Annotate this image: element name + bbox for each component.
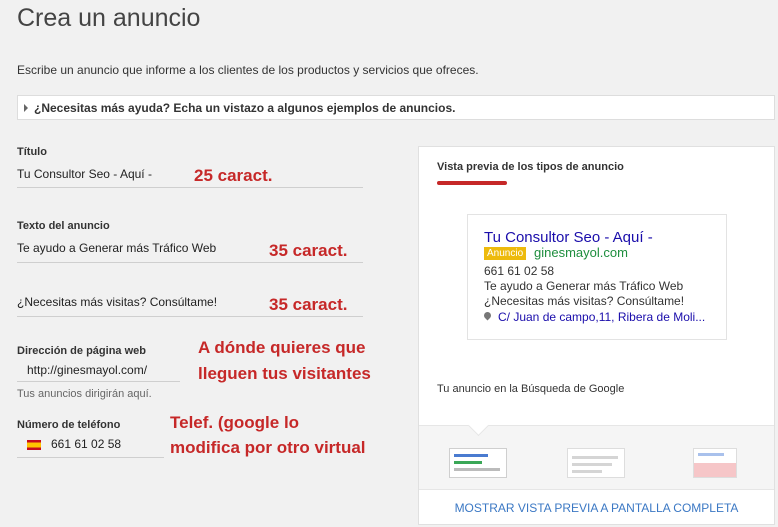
url-input[interactable]: http://ginesmayol.com/ — [27, 363, 147, 377]
phone-input-underline — [17, 457, 164, 458]
preview-caption: Tu anuncio en la Búsqueda de Google — [437, 383, 625, 395]
search-preview-thumb[interactable] — [449, 448, 507, 478]
url-hint: Tus anuncios dirigirán aquí. — [17, 388, 152, 400]
title-input-underline — [17, 187, 363, 188]
url-label: Dirección de página web — [17, 345, 146, 357]
phone-input[interactable]: 661 61 02 58 — [51, 437, 121, 451]
ad-preview-panel: Vista previa de los tipos de anuncio Tu … — [418, 146, 775, 525]
ad-preview-line1: Te ayudo a Generar más Tráfico Web — [484, 279, 684, 293]
ad-preview-url: ginesmayol.com — [534, 245, 628, 260]
spain-flag-icon[interactable] — [27, 440, 41, 450]
page-subtitle: Escribe un anuncio que informe a los cli… — [17, 63, 479, 77]
ad-preview-headline[interactable]: Tu Consultor Seo - Aquí - — [484, 229, 653, 246]
ad-line2-input[interactable]: ¿Necesitas más visitas? Consúltame! — [17, 295, 217, 309]
ad-line1-input[interactable]: Te ayudo a Generar más Tráfico Web — [17, 241, 216, 255]
ad-preview-address[interactable]: C/ Juan de campo,11, Ribera de Moli... — [498, 310, 705, 324]
ad-preview-line2: ¿Necesitas más visitas? Consúltame! — [484, 294, 685, 308]
url-annotation-line1: A dónde quieres que — [198, 338, 366, 357]
ad-text-label: Texto del anuncio — [17, 220, 110, 232]
url-input-underline — [17, 381, 180, 382]
title-input[interactable]: Tu Consultor Seo - Aquí - — [17, 167, 152, 181]
expand-triangle-icon — [24, 104, 28, 112]
help-examples-expander[interactable]: ¿Necesitas más ayuda? Echa un vistazo a … — [17, 95, 775, 120]
footer-divider — [419, 489, 774, 490]
location-pin-icon — [482, 310, 493, 321]
full-preview-button[interactable]: MOSTRAR VISTA PREVIA A PANTALLA COMPLETA — [419, 501, 774, 515]
ad-preview-card: Tu Consultor Seo - Aquí - Anuncio ginesm… — [467, 214, 727, 340]
url-annotation-line2: lleguen tus visitantes — [198, 364, 371, 383]
line2-char-annotation: 35 caract. — [269, 295, 348, 314]
mobile-preview-thumb[interactable] — [567, 448, 625, 478]
phone-annotation-line1: Telef. (google lo — [170, 413, 300, 432]
display-preview-thumb[interactable] — [693, 448, 737, 478]
help-examples-label: ¿Necesitas más ayuda? Echa un vistazo a … — [34, 101, 456, 115]
page-title: Crea un anuncio — [17, 4, 201, 32]
line1-char-annotation: 35 caract. — [269, 241, 348, 260]
ad-preview-phone: 661 61 02 58 — [484, 264, 555, 278]
ad-badge: Anuncio — [484, 247, 527, 260]
preview-title-underline — [437, 181, 507, 185]
title-char-annotation: 25 caract. — [194, 166, 273, 185]
preview-type-selector — [419, 425, 774, 490]
phone-label: Número de teléfono — [17, 419, 121, 431]
preview-title: Vista previa de los tipos de anuncio — [437, 161, 624, 173]
title-label: Título — [17, 146, 47, 158]
phone-annotation-line2: modifica por otro virtual — [170, 438, 366, 457]
